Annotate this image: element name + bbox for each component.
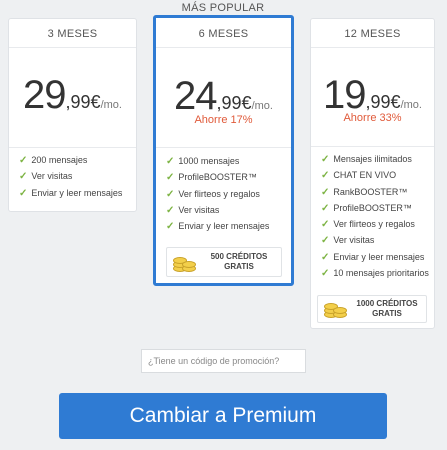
list-item: ✓ ProfileBOOSTER™	[166, 169, 285, 185]
divider	[9, 147, 136, 148]
promo-code-input[interactable]	[141, 349, 306, 373]
plan-price: 29,99€/mo.	[9, 73, 136, 118]
list-item: ✓ Ver visitas	[166, 202, 285, 218]
list-item: ✓ Ver visitas	[19, 168, 130, 184]
feature-list: ✓ 1000 mensajes ✓ ProfileBOOSTER™ ✓ Ver fli…	[166, 153, 285, 234]
plan-card-3-months[interactable]: 3 MESES 29,99€/mo. ✓ 200 mensajes ✓ Ver vi…	[8, 18, 137, 212]
plan-period: 12 MESES	[344, 28, 401, 40]
divider	[156, 47, 291, 48]
plan-card-12-months[interactable]: 12 MESES 19,99€/mo. Ahorre 33% ✓ Mensajes…	[310, 18, 435, 329]
price-period: /mo.	[251, 100, 273, 112]
feature-label: Enviar y leer mensajes	[178, 221, 270, 232]
list-item: ✓ 1000 mensajes	[166, 153, 285, 169]
plan-price: 24,99€/mo.	[156, 74, 291, 119]
feature-label: RankBOOSTER™	[333, 186, 408, 197]
check-icon: ✓	[321, 170, 330, 182]
upgrade-premium-button[interactable]: Cambiar a Premium	[59, 393, 387, 439]
feature-label: Mensajes ilimitados	[333, 154, 412, 164]
check-icon: ✓	[321, 186, 330, 198]
feature-label: ProfileBOOSTER™	[333, 202, 412, 213]
list-item: ✓ Ver flirteos y regalos	[166, 186, 285, 202]
list-item: ✓ 200 mensajes	[19, 152, 130, 168]
list-item: ✓ Ver visitas	[321, 232, 428, 248]
check-icon: ✓	[166, 188, 175, 200]
check-icon: ✓	[166, 221, 175, 233]
saving-label: Ahorre 17%	[194, 114, 253, 126]
price-decimals: ,99€	[65, 92, 101, 112]
feature-label: CHAT EN VIVO	[333, 170, 397, 181]
plan-card-6-months[interactable]: 6 MESES 24,99€/mo. Ahorre 17% ✓ 1000 mens…	[153, 15, 294, 286]
feature-label: 200 mensajes	[31, 155, 88, 165]
list-item: ✓ CHAT EN VIVO	[321, 167, 428, 183]
credits-text: 500 CRÉDITOS GRATIS	[197, 252, 281, 272]
feature-label: Ver visitas	[31, 171, 73, 182]
credits-free: GRATIS	[224, 262, 254, 271]
feature-label: Ver flirteos y regalos	[333, 219, 415, 230]
check-icon: ✓	[321, 235, 330, 247]
price-integer: 19	[323, 73, 366, 117]
credits-amount: 1000 CRÉDITOS	[356, 299, 418, 308]
credits-text: 1000 CRÉDITOS GRATIS	[348, 299, 426, 319]
credits-badge: 1000 CRÉDITOS GRATIS	[317, 295, 427, 323]
credits-badge: 500 CRÉDITOS GRATIS	[166, 247, 282, 277]
list-item: ✓ 10 mensajes prioritarios	[321, 265, 429, 281]
feature-label: ProfileBOOSTER™	[178, 172, 257, 183]
price-period: /mo.	[400, 99, 422, 111]
plan-period: 6 MESES	[198, 28, 249, 40]
list-item: ✓ RankBOOSTER™	[321, 184, 428, 200]
coins-icon	[322, 299, 348, 319]
coins-icon	[171, 252, 197, 272]
feature-label: Ver flirteos y regalos	[178, 188, 260, 199]
check-icon: ✓	[321, 154, 330, 165]
feature-label: 1000 mensajes	[178, 156, 240, 166]
plan-period: 3 MESES	[47, 28, 98, 40]
price-integer: 24	[174, 74, 217, 118]
check-icon: ✓	[19, 171, 28, 183]
saving-label: Ahorre 33%	[343, 112, 402, 124]
credits-free: GRATIS	[372, 309, 402, 318]
feature-list: ✓ Mensajes ilimitados ✓ CHAT EN VIVO ✓ Rank…	[321, 151, 429, 281]
list-item: ✓ Enviar y leer mensajes	[166, 218, 285, 234]
most-popular-label: MÁS POPULAR	[181, 2, 265, 14]
feature-label: 10 mensajes prioritarios	[333, 268, 429, 279]
check-icon: ✓	[19, 187, 28, 199]
price-period: /mo.	[100, 99, 122, 111]
check-icon: ✓	[321, 268, 330, 280]
list-item: ✓ Enviar y leer mensajes	[321, 249, 428, 265]
feature-label: Ver visitas	[178, 204, 220, 215]
feature-label: Enviar y leer mensajes	[333, 251, 425, 262]
credits-amount: 500 CRÉDITOS	[210, 252, 268, 261]
check-icon: ✓	[166, 204, 175, 216]
price-integer: 29	[23, 73, 66, 117]
list-item: ✓ Enviar y leer mensajes	[19, 185, 130, 201]
check-icon: ✓	[321, 202, 330, 214]
check-icon: ✓	[321, 219, 330, 231]
list-item: ✓ ProfileBOOSTER™	[321, 200, 428, 216]
feature-list: ✓ 200 mensajes ✓ Ver visitas ✓ Enviar y lee…	[19, 152, 130, 201]
list-item: ✓ Ver flirteos y regalos	[321, 216, 428, 232]
check-icon: ✓	[166, 156, 175, 167]
check-icon: ✓	[321, 251, 330, 263]
divider	[9, 47, 136, 48]
check-icon: ✓	[19, 155, 28, 166]
divider	[156, 147, 291, 148]
feature-label: Ver visitas	[333, 235, 375, 246]
price-decimals: ,99€	[216, 93, 252, 113]
feature-label: Enviar y leer mensajes	[31, 187, 123, 198]
price-decimals: ,99€	[365, 92, 401, 112]
list-item: ✓ Mensajes ilimitados	[321, 151, 428, 167]
divider	[311, 146, 434, 147]
divider	[311, 47, 434, 48]
check-icon: ✓	[166, 172, 175, 184]
